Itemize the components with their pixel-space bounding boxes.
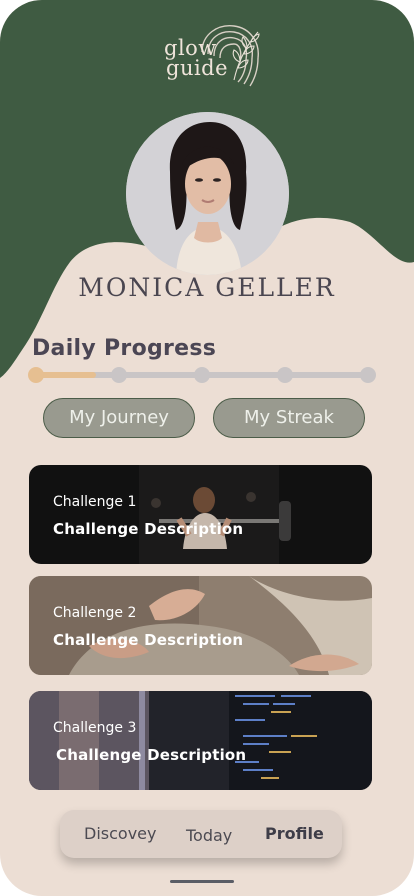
challenge-card-1[interactable]: Challenge 1 Challenge Description bbox=[29, 465, 372, 564]
glow-guide-logo: glow guide bbox=[160, 22, 264, 90]
challenge-description: Challenge Description bbox=[53, 631, 244, 649]
challenge-description: Challenge Description bbox=[53, 520, 244, 538]
progress-step-dot bbox=[28, 367, 44, 383]
challenge-title: Challenge 2 bbox=[53, 605, 137, 621]
nav-discovery[interactable]: Discovey bbox=[84, 824, 156, 843]
challenge-2-image bbox=[29, 576, 372, 675]
challenge-1-image bbox=[29, 465, 372, 564]
challenge-card-3[interactable]: Challenge 3 Challenge Description bbox=[29, 691, 372, 790]
app-screen: glow guide MONICA GELLER Daily Progress … bbox=[0, 0, 414, 896]
challenge-description: Challenge Description bbox=[56, 746, 247, 764]
progress-step-dot bbox=[277, 367, 293, 383]
home-indicator bbox=[170, 880, 234, 883]
my-streak-button[interactable]: My Streak bbox=[213, 398, 365, 438]
daily-progress-bar bbox=[28, 364, 376, 386]
progress-step-dot bbox=[111, 367, 127, 383]
logo-line-2: guide bbox=[166, 56, 229, 80]
challenge-3-image bbox=[29, 691, 372, 790]
daily-progress-title: Daily Progress bbox=[32, 336, 217, 361]
my-journey-button[interactable]: My Journey bbox=[43, 398, 195, 438]
challenge-card-2[interactable]: Challenge 2 Challenge Description bbox=[29, 576, 372, 675]
progress-fill bbox=[36, 372, 96, 378]
nav-profile[interactable]: Profile bbox=[265, 824, 324, 843]
avatar[interactable] bbox=[126, 112, 289, 275]
progress-step-dot bbox=[194, 367, 210, 383]
nav-today[interactable]: Today bbox=[186, 826, 232, 845]
bottom-nav: Discovey Today Profile bbox=[60, 810, 342, 858]
user-name: MONICA GELLER bbox=[78, 273, 336, 302]
challenge-title: Challenge 1 bbox=[53, 494, 137, 510]
logo-line-1: glow bbox=[164, 36, 217, 60]
profile-photo bbox=[126, 112, 289, 275]
challenge-title: Challenge 3 bbox=[53, 720, 137, 736]
progress-step-dot bbox=[360, 367, 376, 383]
logo-wordmark: glow guide bbox=[164, 36, 229, 80]
